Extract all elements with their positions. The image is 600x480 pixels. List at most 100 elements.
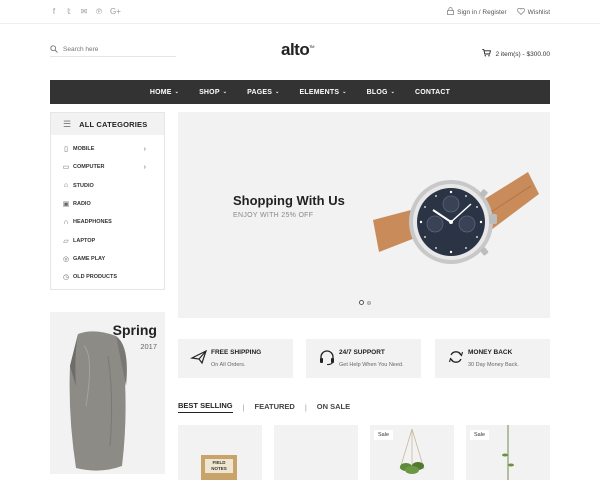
sale-badge: Sale <box>470 430 490 440</box>
chevron-down-icon: ⌄ <box>174 89 180 95</box>
nav-home-label: HOME <box>149 88 172 96</box>
top-bar: f 𝕥 ✉ ℗ G+ Sign in / Register Wishlist <box>0 0 600 24</box>
nav-contact[interactable]: CONTACT <box>415 89 450 96</box>
watch-image <box>373 172 539 264</box>
headset-icon <box>320 350 334 366</box>
tab-on-sale[interactable]: ON SALE <box>317 402 350 413</box>
service-support: 24/7 SUPPORT Get Help When You Need. <box>306 339 421 378</box>
logo-text: alto <box>281 40 310 59</box>
nav-shop-label: SHOP <box>199 88 220 96</box>
chevron-down-icon: ⌄ <box>222 89 228 95</box>
category-item-radio[interactable]: ▣ RADIO <box>51 195 164 213</box>
categories-panel: ☰ ALL CATEGORIES ▯ MOBILE › ▭ COMPUTER › ⌂ ST… <box>50 112 165 290</box>
category-list: ▯ MOBILE › ▭ COMPUTER › ⌂ STUDIO ▣ RADIO ∩ HEAD… <box>51 135 164 286</box>
spring-promo-banner[interactable]: Spring 2017 <box>50 312 165 474</box>
airplane-icon <box>190 349 208 365</box>
facebook-icon[interactable]: f <box>50 7 58 17</box>
category-item-computer[interactable]: ▭ COMPUTER › <box>51 158 164 176</box>
nav-home[interactable]: HOME ⌄ <box>150 89 179 96</box>
cart-icon <box>482 49 492 59</box>
hero-subtitle: ENJOY WITH 25% OFF <box>233 212 314 219</box>
product-card[interactable]: Sale <box>466 425 550 480</box>
category-item-laptop[interactable]: ▱ LAPTOP <box>51 231 164 249</box>
categories-title: ALL CATEGORIES <box>79 119 148 129</box>
notebook-label: FIELD NOTES <box>205 459 233 473</box>
categories-header[interactable]: ☰ ALL CATEGORIES <box>51 113 164 135</box>
nav-pages-label: PAGES <box>247 88 273 96</box>
heart-icon <box>516 7 525 17</box>
studio-icon: ⌂ <box>63 182 69 190</box>
category-item-game-play[interactable]: ◎ GAME PLAY <box>51 250 164 268</box>
signin-register-link[interactable]: Sign in / Register <box>457 9 507 16</box>
chevron-down-icon: ⌄ <box>275 89 280 95</box>
hero-slider[interactable]: Shopping With Us ENJOY WITH 25% OFF <box>178 112 550 318</box>
product-card[interactable]: Sale <box>370 425 454 480</box>
hero-title: Shopping With Us <box>233 193 345 208</box>
google-plus-icon[interactable]: G+ <box>110 7 121 17</box>
nav-pages[interactable]: PAGES ⌄ <box>247 89 279 96</box>
twitter-icon[interactable]: 𝕥 <box>65 7 73 17</box>
refresh-icon <box>448 351 464 363</box>
plant-hanger-image <box>399 429 425 474</box>
logo-tm: TM <box>309 44 315 49</box>
nav-elements[interactable]: ELEMENTS ⌄ <box>299 89 346 96</box>
pinterest-icon[interactable]: ℗ <box>95 7 103 17</box>
chevron-right-icon: › <box>143 163 146 171</box>
computer-icon: ▭ <box>62 164 70 172</box>
backpack-image <box>69 331 127 471</box>
sale-badge: Sale <box>374 430 394 440</box>
category-item-mobile[interactable]: ▯ MOBILE › <box>51 140 164 158</box>
mobile-icon: ▯ <box>64 146 68 154</box>
nav-blog-label: BLOG <box>366 88 388 96</box>
category-item-studio[interactable]: ⌂ STUDIO <box>51 177 164 195</box>
category-item-headphones[interactable]: ∩ HEADPHONES <box>51 213 164 231</box>
service-title: 24/7 SUPPORT <box>339 349 385 356</box>
lock-icon <box>447 7 455 17</box>
search-input[interactable] <box>63 46 163 53</box>
mail-icon[interactable]: ✉ <box>80 7 88 17</box>
nav-blog[interactable]: BLOG ⌄ <box>367 89 395 96</box>
nav-contact-label: CONTACT <box>415 88 451 96</box>
nav-elements-label: ELEMENTS <box>299 88 340 96</box>
service-title: FREE SHIPPING <box>211 349 262 356</box>
menu-icon: ☰ <box>63 118 72 129</box>
search-icon[interactable] <box>50 44 58 55</box>
tab-featured[interactable]: FEATURED <box>255 402 295 413</box>
main-nav: HOME ⌄ SHOP ⌄ PAGES ⌄ ELEMENTS ⌄ BLOG ⌄ CONTA… <box>50 80 550 104</box>
service-free-shipping: FREE SHIPPING On All Orders. <box>178 339 293 378</box>
headphones-icon: ∩ <box>63 218 69 226</box>
slider-dot-active[interactable] <box>359 300 364 305</box>
account-links: Sign in / Register Wishlist <box>447 7 550 17</box>
service-desc: On All Orders. <box>211 362 246 368</box>
tab-best-selling[interactable]: BEST SELLING <box>178 401 233 413</box>
clock-icon: ◷ <box>62 274 70 282</box>
chevron-down-icon: ⌄ <box>342 89 347 95</box>
tab-separator: | <box>304 402 307 412</box>
chevron-right-icon: › <box>143 145 146 153</box>
laptop-icon: ▱ <box>63 237 69 245</box>
logo[interactable]: altoTM <box>281 40 314 60</box>
gamepad-icon: ◎ <box>62 255 70 263</box>
social-links: f 𝕥 ✉ ℗ G+ <box>50 7 121 17</box>
promo-year: 2017 <box>140 342 157 351</box>
service-title: MONEY BACK <box>468 349 513 356</box>
service-desc: 30 Day Money Back. <box>468 362 519 368</box>
wishlist-link[interactable]: Wishlist <box>528 9 550 16</box>
service-desc: Get Help When You Need. <box>339 362 404 368</box>
cart-text: 2 item(s) - $300.00 <box>495 50 550 58</box>
radio-icon: ▣ <box>62 201 70 209</box>
product-card[interactable] <box>274 425 358 480</box>
plant-image <box>502 425 514 480</box>
slider-dots <box>359 300 371 305</box>
tab-separator: | <box>242 402 245 412</box>
slider-dot[interactable] <box>367 300 371 305</box>
category-item-old-products[interactable]: ◷ OLD PRODUCTS <box>51 268 164 286</box>
nav-shop[interactable]: SHOP ⌄ <box>199 89 227 96</box>
notebook-image: FIELD NOTES <box>201 455 237 480</box>
cart-summary[interactable]: 2 item(s) - $300.00 <box>482 49 550 59</box>
search-box <box>50 43 176 57</box>
chevron-down-icon: ⌄ <box>390 89 396 95</box>
product-card[interactable]: FIELD NOTES <box>178 425 262 480</box>
service-money-back: MONEY BACK 30 Day Money Back. <box>435 339 550 378</box>
product-tabs: BEST SELLING | FEATURED | ON SALE <box>178 401 350 413</box>
